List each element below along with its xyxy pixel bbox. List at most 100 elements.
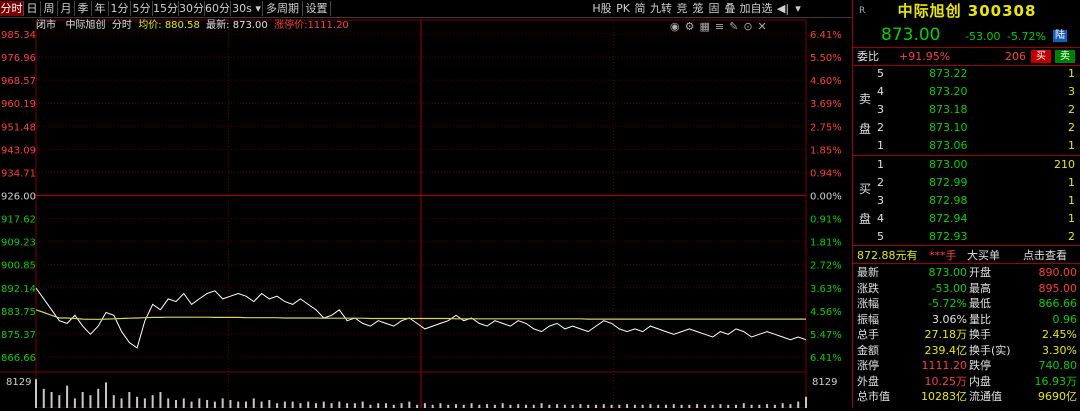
sell-level-row[interactable]: 5 873.22 1	[853, 66, 1080, 81]
toolbar-right-item[interactable]: ◀|	[774, 1, 792, 16]
period-tab[interactable]: 日	[24, 1, 41, 16]
period-tab[interactable]: 年	[92, 1, 109, 16]
volume-bar	[346, 403, 349, 408]
toolbar-right-item[interactable]: 固	[706, 1, 722, 16]
capture-icon[interactable]: ⊙	[743, 20, 757, 33]
toolbar-right-item[interactable]: 简	[632, 1, 648, 16]
market-status: 闭市	[36, 20, 56, 31]
stat-value: 3.30%	[1042, 343, 1077, 357]
volume-bar	[283, 401, 286, 408]
volume-bar	[361, 401, 364, 408]
stat-row: 涨幅 -5.72% 最低 866.66	[853, 296, 1080, 311]
right-axis-tick: 0.91%	[810, 215, 842, 226]
stat-value: 0.96	[1052, 312, 1078, 326]
sell-level-row[interactable]: 3 873.18 2	[853, 102, 1080, 117]
volume-bar	[167, 398, 170, 408]
grid-icon[interactable]: ▦	[699, 20, 714, 33]
draw-icon[interactable]: ✎	[729, 20, 743, 33]
buy-level-row[interactable]: 4 872.94 1	[853, 211, 1080, 226]
volume-bar	[719, 404, 722, 408]
stat-label: 流通值	[969, 390, 1002, 403]
period-tab[interactable]: 1分	[109, 1, 131, 16]
left-axis-tick: 866.66	[1, 353, 36, 364]
toolbar-right-item[interactable]: 笼	[690, 1, 706, 16]
volume-bar	[42, 388, 45, 408]
buy-level-row[interactable]: 5 872.93 2	[853, 229, 1080, 244]
period-tab[interactable]: 多周期	[263, 1, 303, 16]
volume-bar	[260, 401, 263, 408]
stat-row: 金额 239.4亿 换手(实) 3.30%	[853, 343, 1080, 358]
left-axis-tick: 960.19	[1, 99, 36, 110]
sell-button[interactable]: 卖	[1055, 50, 1075, 63]
volume-bar	[58, 395, 61, 408]
volume-bar	[602, 404, 605, 408]
buy-button[interactable]: 买	[1031, 50, 1051, 63]
volume-bar	[175, 400, 177, 408]
stat-value: 16.93万	[1034, 374, 1078, 388]
period-tab[interactable]: 30s ▾	[231, 1, 263, 16]
big-order-row[interactable]: 872.88元有 ***手 大买单 点击查看	[853, 248, 1080, 263]
period-tab[interactable]: 60分	[205, 1, 231, 16]
limit-up-label: 涨停价:1111.20	[274, 20, 349, 31]
buy-side-label: 买盘	[859, 182, 872, 226]
sell-level-row[interactable]: 2 873.10 2	[853, 120, 1080, 135]
volume-bar	[182, 398, 185, 408]
volume-bar	[649, 404, 652, 408]
volume-bar	[307, 401, 310, 408]
toolbar-right-item[interactable]: 九转	[648, 1, 674, 16]
left-axis-tick: 943.09	[1, 145, 36, 156]
level-number: 1	[877, 139, 884, 152]
period-tab[interactable]: 季	[75, 1, 92, 16]
volume-bar	[136, 396, 139, 408]
volume-bar	[291, 401, 294, 408]
level-price: 873.06	[929, 139, 968, 152]
buy-level-row[interactable]: 2 872.99 1	[853, 175, 1080, 190]
left-axis-tick: 917.62	[1, 215, 36, 226]
volume-axis-right: 8129	[812, 377, 837, 388]
right-axis-tick: 3.69%	[810, 99, 842, 110]
volume-bar	[626, 404, 629, 408]
period-tab[interactable]: 30分	[179, 1, 205, 16]
sell-level-row[interactable]: 4 873.20 3	[853, 84, 1080, 99]
volume-bar	[805, 396, 807, 408]
right-axis-tick: 1.81%	[810, 238, 842, 249]
close-icon[interactable]: ✕	[758, 20, 772, 33]
period-tab[interactable]: 分时	[0, 1, 24, 16]
big-order-label: 大买单	[967, 249, 1000, 262]
list-icon[interactable]: ≡	[715, 20, 729, 33]
volume-bar	[377, 403, 380, 408]
toolbar-right-item[interactable]: H股	[590, 1, 614, 16]
toolbar-right-item[interactable]: 加自选	[738, 1, 774, 16]
right-axis-tick: 5.50%	[810, 53, 842, 64]
volume-bar	[221, 398, 224, 408]
volume-bar	[89, 395, 92, 408]
toolbar-right-item[interactable]: PK	[614, 1, 632, 16]
period-tab[interactable]: 5分	[131, 1, 153, 16]
stat-label: 涨跌	[857, 281, 879, 295]
settings-icon[interactable]: ⚙	[685, 20, 700, 33]
level-number: 1	[877, 158, 884, 171]
intraday-chart-area[interactable]: 985.34 6.41% 976.96 5.50% 968.57 4.60% 960.19 3…	[0, 18, 852, 409]
big-order-link[interactable]: 点击查看	[1023, 248, 1067, 263]
toolbar-right-item[interactable]: 竞	[674, 1, 690, 16]
toolbar-right-item[interactable]: 叠	[722, 1, 738, 16]
period-tab[interactable]: 15分	[153, 1, 179, 16]
volume-bar	[408, 401, 411, 408]
volume-bar	[400, 403, 403, 408]
intraday-chart[interactable]: 985.34 6.41% 976.96 5.50% 968.57 4.60% 960.19 3…	[0, 18, 852, 409]
period-tab[interactable]: 月	[58, 1, 75, 16]
stat-value: 866.66	[1038, 297, 1078, 310]
left-axis-tick: 985.34	[1, 30, 36, 41]
sell-level-row[interactable]: 1 873.06 1	[853, 138, 1080, 153]
period-tab[interactable]: 周	[41, 1, 58, 16]
stat-label: 内盘	[969, 374, 991, 388]
toolbar-right-item[interactable]: ▾	[792, 1, 804, 16]
buy-level-row[interactable]: 1 873.00 210	[853, 157, 1080, 172]
stat-value: 740.80	[1038, 359, 1078, 372]
volume-bar	[455, 404, 457, 408]
eye-icon[interactable]: ◉	[670, 20, 685, 33]
period-tab[interactable]: 设置	[303, 1, 331, 16]
buy-level-row[interactable]: 3 872.98 1	[853, 193, 1080, 208]
level-number: 5	[877, 230, 884, 243]
weibi-label: 委比	[857, 50, 879, 63]
